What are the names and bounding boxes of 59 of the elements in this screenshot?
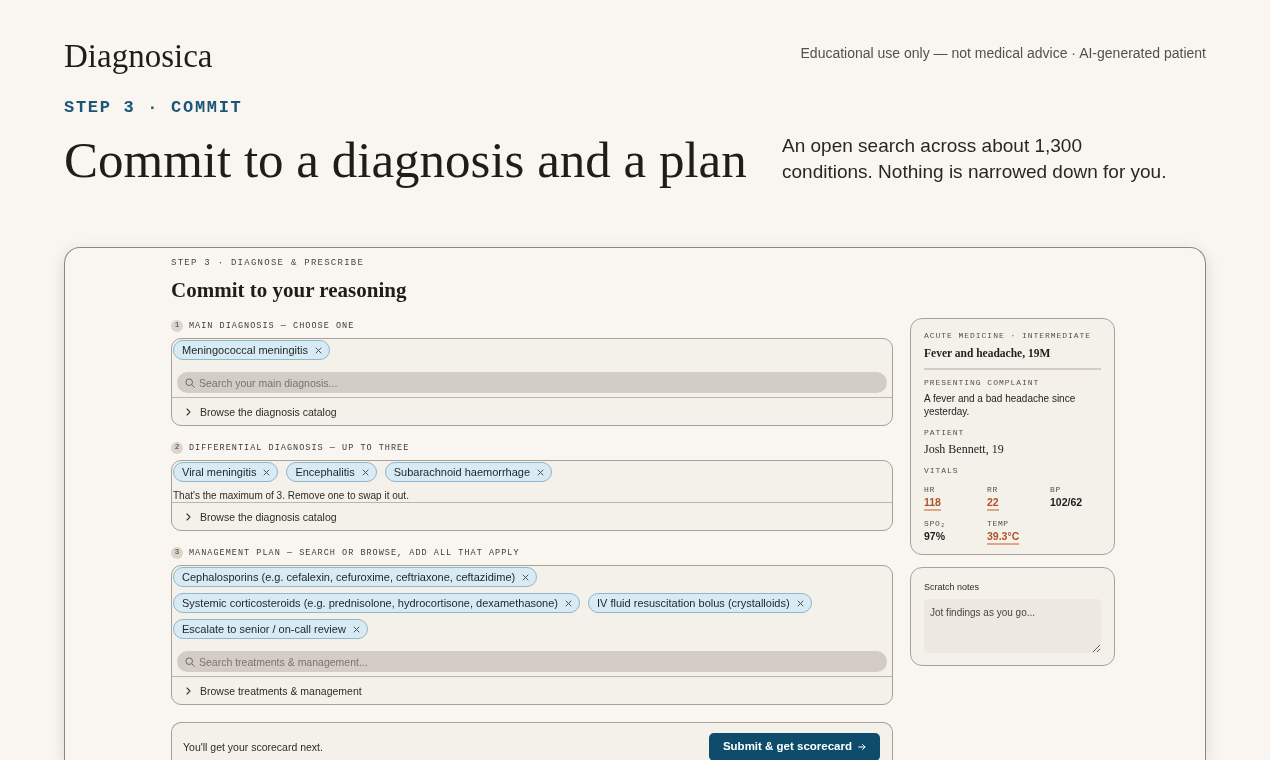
search-icon — [185, 656, 195, 667]
vital-label: RR — [987, 484, 998, 495]
complaint-label: PRESENTING COMPLAINT — [924, 377, 1041, 389]
vital-value: 39.3°C — [987, 530, 1020, 545]
selected-chip[interactable]: Escalate to senior / on-call review — [173, 619, 368, 639]
submit-note: You'll get your scorecard next. — [183, 740, 323, 754]
selected-chip[interactable]: Subarachnoid haemorrhage — [384, 462, 553, 482]
vital-label: TEMP — [987, 518, 1009, 529]
field-label: DIFFERENTIAL DIAGNOSIS — UP TO THREE — [189, 442, 410, 455]
close-icon[interactable] — [314, 346, 322, 354]
chevron-right-icon — [186, 686, 191, 695]
selected-chip[interactable]: Cephalosporins (e.g. cefalexin, cefuroxime, ceftriaxone, ceftazidime) — [173, 567, 538, 587]
selected-chip[interactable]: Viral meningitis — [173, 462, 279, 482]
patient-name: Josh Bennett, 19 — [924, 441, 1005, 457]
close-icon[interactable] — [796, 599, 804, 607]
vital-value: 102/62 — [1050, 496, 1083, 510]
limit-note: That's the maximum of 3. Remove one to swap it out. — [172, 489, 410, 502]
selected-chip[interactable]: Encephalitis — [286, 462, 377, 482]
logo: Diagnosica — [64, 37, 213, 76]
case-category: ACUTE MEDICINE · INTERMEDIATE — [924, 330, 1093, 342]
close-icon[interactable] — [361, 468, 369, 476]
browse-link[interactable]: Browse treatments & management — [200, 683, 362, 698]
search-field[interactable]: Search your main diagnosis... — [177, 372, 887, 393]
vital-value: 97% — [924, 530, 945, 544]
page-title: Commit to a diagnosis and a plan — [64, 133, 748, 187]
close-icon[interactable] — [565, 599, 573, 607]
search-icon — [185, 377, 195, 388]
vital-label: SPO₂ — [924, 518, 946, 529]
disclaimer: Educational use only — not medical advice · AI-generated patient — [800, 44, 1206, 63]
browse-link[interactable]: Browse the diagnosis catalog — [200, 404, 337, 419]
vital-label: HR — [924, 484, 935, 495]
selected-chip[interactable]: IV fluid resuscitation bolus (crystalloids) — [588, 593, 812, 613]
vital-value: 118 — [924, 496, 941, 511]
notes-field[interactable]: Jot findings as you go... — [924, 599, 1101, 653]
selected-chip[interactable]: Meningococcal meningitis — [173, 340, 330, 360]
section-title: Commit to your reasoning — [171, 277, 408, 304]
patient-label: PATIENT — [924, 427, 966, 439]
arrow-right-icon — [858, 743, 866, 751]
search-field[interactable]: Search treatments & management... — [177, 651, 887, 672]
field-label: MANAGEMENT PLAN — SEARCH OR BROWSE, ADD ALL THAT APPLY — [189, 547, 520, 560]
browse-link[interactable]: Browse the diagnosis catalog — [200, 509, 337, 524]
complaint-text: A fever and a bad headache since yesterday. — [924, 392, 1077, 418]
vitals-label: VITALS — [924, 465, 960, 477]
page-description: An open search across about 1,300 conditions. Nothing is narrowed down for you. — [782, 134, 1168, 184]
section-eyebrow: STEP 3 · DIAGNOSE & PRESCRIBE — [171, 257, 366, 270]
selected-chip[interactable]: Systemic corticosteroids (e.g. prednisolone, hydrocortisone, dexamethasone) — [173, 593, 581, 613]
close-icon[interactable] — [263, 468, 271, 476]
chevron-right-icon — [186, 407, 191, 416]
vital-value: 22 — [987, 496, 999, 511]
notes-label: Scratch notes — [924, 581, 981, 593]
close-icon[interactable] — [522, 573, 530, 581]
vital-label: BP — [1050, 484, 1061, 495]
submit-button[interactable]: Submit & get scorecard — [708, 733, 880, 760]
close-icon[interactable] — [537, 468, 545, 476]
step-eyebrow: STEP 3 · COMMIT — [64, 97, 243, 119]
close-icon[interactable] — [352, 625, 360, 633]
chevron-right-icon — [186, 512, 191, 521]
case-title: Fever and headache, 19M — [924, 346, 1052, 361]
field-label: MAIN DIAGNOSIS — CHOOSE ONE — [189, 320, 355, 333]
